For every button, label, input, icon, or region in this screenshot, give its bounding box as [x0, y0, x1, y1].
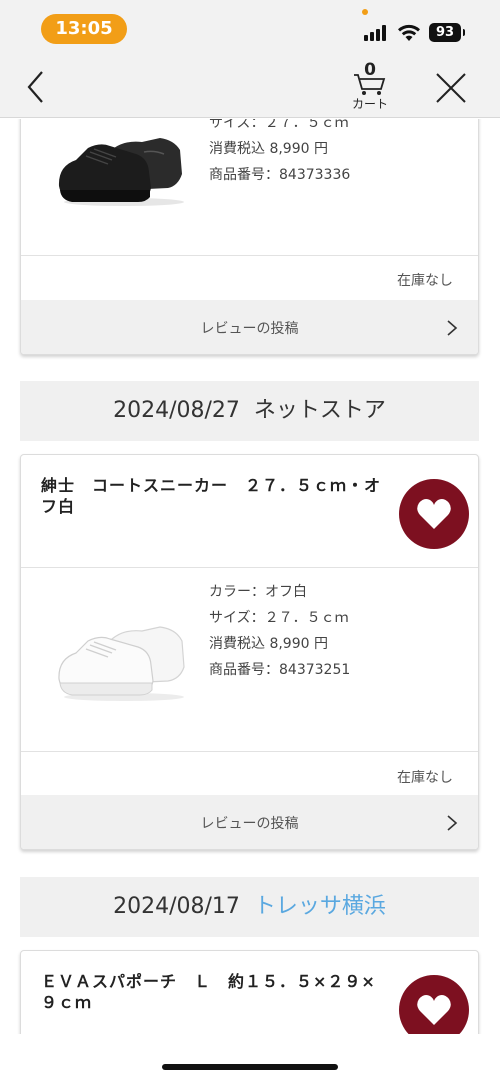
close-icon — [436, 73, 466, 103]
battery-indicator: 93 — [429, 23, 465, 42]
status-bar: 13:05 93 — [0, 0, 500, 55]
cart-label: カート — [351, 97, 388, 111]
store-name: ネットストア — [253, 398, 386, 423]
post-review-label: レビューの投稿 — [200, 816, 299, 832]
favorite-button[interactable] — [399, 975, 469, 1034]
spec-product-number: 商品番号：84373251 — [209, 662, 351, 678]
store-link[interactable]: トレッサ横浜 — [254, 894, 386, 919]
spec-price: 消費税込 8,990 円 — [209, 636, 328, 652]
spec-price: 消費税込 8,990 円 — [209, 141, 328, 157]
order-date-header: 2024/08/17 トレッサ横浜 — [20, 877, 479, 937]
back-button[interactable] — [20, 67, 54, 107]
post-review-button[interactable]: レビューの投稿 — [21, 795, 478, 849]
spec-product-number: 商品番号：84373336 — [209, 167, 351, 183]
product-image-black-sneaker — [58, 138, 184, 206]
heart-icon — [417, 499, 451, 529]
favorite-button[interactable] — [399, 479, 469, 549]
divider — [21, 751, 478, 752]
order-item-card: ＥＶＡスパポーチ Ｌ 約１５．５×２９×９ｃｍ — [20, 950, 479, 1034]
cart-button[interactable]: 0 カート — [345, 60, 395, 113]
product-specs: カラー：オフ白 サイズ：２７．５ｃｍ 消費税込 8,990 円 商品番号：843… — [209, 579, 350, 683]
product-name[interactable]: ＥＶＡスパポーチ Ｌ 約１５．５×２９×９ｃｍ — [41, 971, 391, 1013]
spec-size: サイズ：２７．５ｃｍ — [209, 119, 349, 131]
stock-status: 在庫なし — [397, 770, 453, 786]
spec-size: サイズ：２７．５ｃｍ — [209, 610, 349, 626]
heart-icon — [417, 995, 451, 1025]
wifi-icon — [398, 24, 420, 41]
order-date-header: 2024/08/27 ネットストア — [20, 381, 479, 441]
stock-status: 在庫なし — [397, 273, 453, 289]
status-time: 13:05 — [41, 14, 127, 44]
order-item-card: サイズ：２７．５ｃｍ 消費税込 8,990 円 商品番号：84373336 在庫… — [20, 119, 479, 355]
order-item-card: 紳士 コートスニーカー ２７．５ｃｍ・オフ白 カラー：オフ白 サイズ：２７．５ｃ… — [20, 454, 479, 850]
product-specs: サイズ：２７．５ｃｍ 消費税込 8,990 円 商品番号：84373336 — [209, 119, 350, 188]
home-indicator[interactable] — [162, 1064, 338, 1070]
chevron-right-icon — [447, 815, 458, 831]
privacy-indicator-dot — [362, 9, 368, 15]
chevron-right-icon — [447, 320, 458, 336]
divider — [21, 255, 478, 256]
post-review-label: レビューの投稿 — [200, 321, 299, 337]
back-chevron-icon — [27, 71, 43, 103]
close-button[interactable] — [432, 69, 470, 107]
cellular-signal-icon — [364, 25, 390, 41]
divider — [21, 567, 478, 568]
order-date: 2024/08/27 — [113, 398, 240, 423]
order-date: 2024/08/17 — [113, 894, 240, 919]
nav-bar: 0 カート — [0, 55, 500, 118]
post-review-button[interactable]: レビューの投稿 — [21, 300, 478, 354]
product-image-white-sneaker — [58, 626, 185, 701]
product-name[interactable]: 紳士 コートスニーカー ２７．５ｃｍ・オフ白 — [41, 475, 391, 517]
order-history-list[interactable]: サイズ：２７．５ｃｍ 消費税込 8,990 円 商品番号：84373336 在庫… — [0, 119, 500, 1034]
spec-color: カラー：オフ白 — [209, 584, 307, 600]
